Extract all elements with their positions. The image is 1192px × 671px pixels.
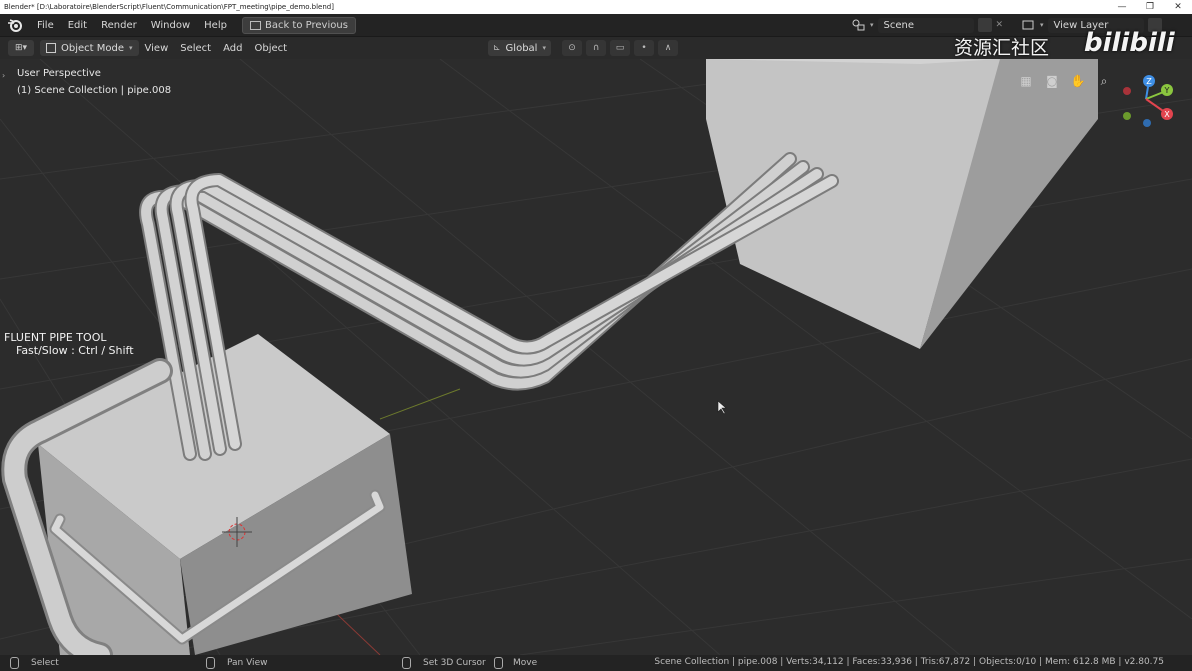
menu-object[interactable]: Object <box>248 43 293 54</box>
menu-edit[interactable]: Edit <box>61 20 94 31</box>
status-move-label: Move <box>513 658 538 668</box>
tool-title: FLUENT PIPE TOOL <box>4 331 107 344</box>
blender-logo-icon[interactable] <box>6 16 24 34</box>
chevron-down-icon: ▾ <box>542 44 546 52</box>
screen-icon <box>249 20 261 30</box>
editor-type-icon: ⊞▾ <box>14 43 28 53</box>
status-select-label: Select <box>31 658 59 668</box>
menu-file[interactable]: File <box>30 20 61 31</box>
view-layer-icon <box>1022 20 1034 30</box>
scene-statistics: Scene Collection | pipe.008 | Verts:34,1… <box>654 657 1164 667</box>
gizmo-x-label: X <box>1164 110 1170 119</box>
status-cursor-label: Set 3D Cursor <box>423 658 486 668</box>
window-title-bar: Blender* [D:\Laboratoire\BlenderScript\F… <box>0 0 1192 14</box>
window-controls: — ❐ ✕ <box>1108 0 1192 14</box>
back-to-previous-label: Back to Previous <box>264 19 348 31</box>
editor-type-button[interactable]: ⊞▾ <box>8 40 34 56</box>
back-to-previous-button[interactable]: Back to Previous <box>241 16 356 34</box>
toggle-view-icon[interactable]: ▦ <box>1016 71 1036 91</box>
minimize-button[interactable]: — <box>1108 0 1136 14</box>
gizmo-neg-x-icon[interactable] <box>1123 87 1131 95</box>
menu-add[interactable]: Add <box>217 43 248 54</box>
chevron-down-icon: ▾ <box>129 44 133 52</box>
gizmo-y-label: Y <box>1164 86 1170 95</box>
viewport-scene[interactable] <box>0 59 1192 655</box>
transform-orientation-dropdown[interactable]: ⊾ Global ▾ <box>488 40 551 56</box>
chevron-down-icon: ▾ <box>1040 21 1044 29</box>
close-scene-icon[interactable]: ✕ <box>996 20 1004 30</box>
snapping-tools: ⊙ ∩ ▭ • ∧ <box>562 40 678 56</box>
interaction-mode-dropdown[interactable]: Object Mode ▾ <box>40 40 139 56</box>
collection-label: (1) Scene Collection | pipe.008 <box>17 85 172 96</box>
gizmo-z-label: Z <box>1146 77 1152 86</box>
status-bar: Select Pan View Set 3D Cursor Move Scene… <box>0 655 1192 671</box>
perspective-label: User Perspective <box>17 68 101 79</box>
tool-hint: Fast/Slow : Ctrl / Shift <box>16 344 134 357</box>
mouse-middle-icon <box>206 657 215 669</box>
axis-gizmo[interactable]: Z Y X <box>1116 71 1176 131</box>
snap-icon[interactable]: ∩ <box>586 40 606 56</box>
new-scene-icon[interactable] <box>977 18 992 32</box>
status-cursor: Set 3D Cursor <box>402 657 486 669</box>
menu-select[interactable]: Select <box>174 43 217 54</box>
menu-render[interactable]: Render <box>94 20 144 31</box>
snap-target-icon[interactable]: ▭ <box>610 40 630 56</box>
scene-name-field[interactable]: Scene <box>877 17 974 33</box>
gizmo-neg-y-icon[interactable] <box>1123 112 1131 120</box>
maximize-button[interactable]: ❐ <box>1136 0 1164 14</box>
orientation-label: Global <box>505 42 538 54</box>
mouse-drag-icon <box>494 657 503 669</box>
camera-icon[interactable]: ◙ <box>1042 71 1062 91</box>
chevron-down-icon: ▾ <box>870 21 874 29</box>
navigation-controls: ▦ ◙ ✋ ⌕ <box>1016 71 1114 91</box>
falloff-icon[interactable]: ∧ <box>658 40 678 56</box>
object-mode-icon <box>46 43 56 53</box>
menu-view[interactable]: View <box>139 43 175 54</box>
pan-hand-icon[interactable]: ✋ <box>1068 71 1088 91</box>
status-pan: Pan View <box>206 657 267 669</box>
scene-selector[interactable]: ▾ Scene ✕ <box>852 17 1003 33</box>
status-select: Select <box>10 657 59 669</box>
menu-window[interactable]: Window <box>144 20 197 31</box>
orientation-icon: ⊾ <box>493 43 501 53</box>
close-button[interactable]: ✕ <box>1164 0 1192 14</box>
mouse-left-icon <box>10 657 19 669</box>
mouse-right-icon <box>402 657 411 669</box>
status-pan-label: Pan View <box>227 658 268 668</box>
zoom-icon[interactable]: ⌕ <box>1094 71 1114 91</box>
pivot-point-icon[interactable]: ⊙ <box>562 40 582 56</box>
expand-arrow-icon[interactable]: › <box>2 71 5 80</box>
watermark-text: 资源汇社区 <box>954 37 1050 59</box>
menu-help[interactable]: Help <box>197 20 234 31</box>
3d-viewport[interactable]: User Perspective (1) Scene Collection | … <box>0 59 1192 655</box>
proportional-edit-icon[interactable]: • <box>634 40 654 56</box>
mode-label: Object Mode <box>61 42 124 54</box>
gizmo-neg-z-icon[interactable] <box>1143 119 1151 127</box>
window-title: Blender* [D:\Laboratoire\BlenderScript\F… <box>4 3 334 11</box>
watermark-brand: bilibili <box>1084 28 1175 58</box>
status-move: Move <box>494 657 537 669</box>
scene-icon <box>852 19 865 31</box>
